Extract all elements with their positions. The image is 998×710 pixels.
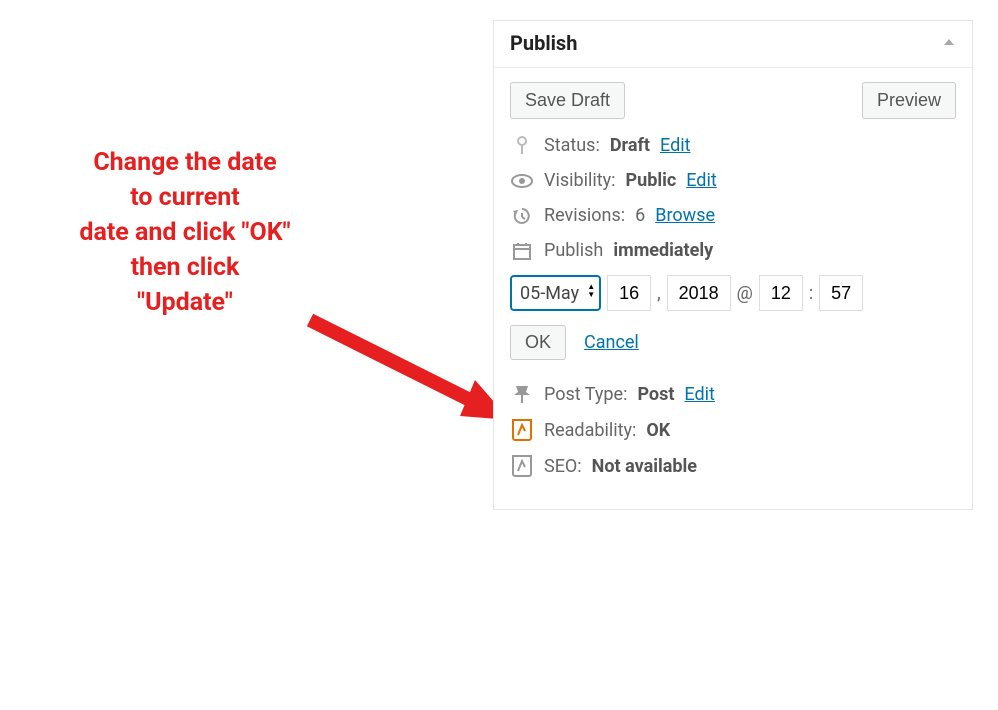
comma-sep: , — [657, 283, 661, 304]
publish-value: immediately — [613, 240, 713, 261]
seo-row: SEO: Not available — [510, 455, 956, 477]
revisions-row: Revisions: 6 Browse — [510, 205, 956, 226]
at-sep: @ — [737, 283, 753, 304]
month-select-value: 05-May — [520, 283, 579, 304]
readability-row: Readability: OK — [510, 419, 956, 441]
status-edit-link[interactable]: Edit — [660, 135, 690, 156]
post-type-label: Post Type: — [544, 384, 627, 405]
anno-line: "Update" — [30, 285, 340, 320]
cancel-link[interactable]: Cancel — [584, 332, 639, 353]
status-label: Status: — [544, 135, 600, 156]
button-row: Save Draft Preview — [510, 82, 956, 119]
annotation-arrow — [300, 310, 510, 430]
date-input-row: 05-May ▲▼ , @ : — [510, 275, 956, 311]
anno-line: then click — [30, 250, 340, 285]
visibility-label: Visibility: — [544, 170, 616, 191]
save-draft-button[interactable]: Save Draft — [510, 82, 625, 119]
visibility-row: Visibility: Public Edit — [510, 170, 956, 191]
publish-panel-header[interactable]: Publish — [494, 21, 972, 68]
eye-icon — [510, 174, 534, 188]
hour-input[interactable] — [759, 275, 803, 311]
visibility-edit-link[interactable]: Edit — [686, 170, 716, 191]
preview-button[interactable]: Preview — [862, 82, 956, 119]
day-input[interactable] — [607, 275, 651, 311]
collapse-icon — [942, 35, 956, 51]
publish-panel-title: Publish — [510, 31, 577, 55]
colon-sep: : — [809, 283, 813, 304]
calendar-icon — [510, 241, 534, 261]
publish-panel: Publish Save Draft Preview Status: Draft… — [493, 20, 973, 510]
select-caret-icon: ▲▼ — [587, 283, 595, 299]
anno-line: Change the date — [30, 145, 340, 180]
publish-label: Publish — [544, 240, 603, 261]
post-type-edit-link[interactable]: Edit — [684, 384, 714, 405]
status-value: Draft — [610, 135, 650, 156]
ok-button[interactable]: OK — [510, 325, 566, 360]
anno-line: to current — [30, 180, 340, 215]
pushpin-icon — [510, 385, 534, 405]
visibility-value: Public — [626, 170, 677, 191]
post-type-row: Post Type: Post Edit — [510, 384, 956, 405]
publish-panel-body: Save Draft Preview Status: Draft Edit Vi… — [494, 68, 972, 509]
seo-label: SEO: — [544, 456, 582, 477]
post-type-value: Post — [637, 384, 674, 405]
revisions-icon — [510, 206, 534, 226]
seo-value: Not available — [592, 456, 697, 477]
anno-line: date and click "OK" — [30, 215, 340, 250]
readability-label: Readability: — [544, 420, 636, 441]
pin-icon — [510, 136, 534, 156]
revisions-value: 6 — [635, 205, 645, 226]
annotation-text: Change the date to current date and clic… — [30, 145, 340, 320]
revisions-label: Revisions: — [544, 205, 625, 226]
month-select[interactable]: 05-May ▲▼ — [510, 275, 601, 311]
minute-input[interactable] — [819, 275, 863, 311]
readability-value: OK — [646, 420, 670, 441]
year-input[interactable] — [667, 275, 731, 311]
yoast-readability-icon — [510, 419, 534, 441]
ok-cancel-row: OK Cancel — [510, 325, 956, 360]
revisions-browse-link[interactable]: Browse — [655, 205, 715, 226]
publish-date-row: Publish immediately — [510, 240, 956, 261]
status-row: Status: Draft Edit — [510, 135, 956, 156]
yoast-seo-icon — [510, 455, 534, 477]
